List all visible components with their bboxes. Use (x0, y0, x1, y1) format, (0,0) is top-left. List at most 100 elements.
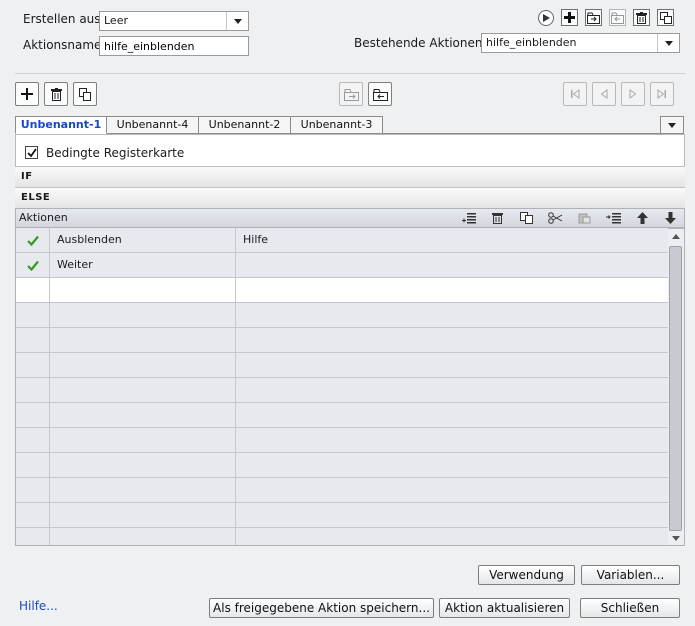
action-cell[interactable] (50, 378, 236, 403)
scroll-down-icon[interactable] (672, 536, 680, 541)
action-cell[interactable] (50, 478, 236, 503)
skip-last-icon (657, 89, 666, 99)
target-cell[interactable] (236, 328, 668, 353)
close-button[interactable]: Schließen (580, 598, 680, 618)
first-tab-button[interactable] (563, 82, 587, 106)
import-decision-button[interactable] (339, 82, 363, 106)
table-row[interactable] (16, 303, 668, 328)
help-link[interactable]: Hilfe... (19, 599, 58, 613)
tab-unbenannt-3[interactable]: Unbenannt-3 (291, 116, 383, 134)
tab-unbenannt-2[interactable]: Unbenannt-2 (199, 116, 291, 134)
scroll-up-icon[interactable] (672, 234, 680, 239)
paste-icon[interactable] (578, 212, 591, 224)
actions-scrollbar[interactable] (668, 228, 685, 546)
copy-icon (79, 87, 91, 101)
import-icon (343, 88, 359, 101)
insert-row-icon[interactable] (462, 212, 476, 224)
copy-decision-button[interactable] (73, 82, 97, 106)
table-row[interactable] (16, 403, 668, 428)
target-cell[interactable] (236, 428, 668, 453)
action-cell[interactable] (50, 328, 236, 353)
chevron-down-icon[interactable] (657, 34, 679, 52)
action-cell[interactable] (50, 353, 236, 378)
row-status-cell (16, 253, 50, 278)
row-status-cell (16, 528, 50, 545)
tab-unbenannt-1[interactable]: Unbenannt-1 (15, 116, 107, 134)
last-tab-button[interactable] (650, 82, 674, 106)
action-cell[interactable] (50, 278, 236, 303)
action-cell[interactable] (50, 528, 236, 545)
action-cell[interactable]: Weiter (50, 253, 236, 278)
insert-after-icon[interactable] (606, 212, 621, 224)
target-cell[interactable] (236, 278, 668, 303)
table-row[interactable] (16, 453, 668, 478)
usage-button[interactable]: Verwendung (478, 565, 575, 585)
conditional-tab-checkbox[interactable] (25, 146, 38, 159)
action-cell[interactable] (50, 503, 236, 528)
target-cell[interactable]: Hilfe (236, 228, 668, 253)
target-cell[interactable] (236, 503, 668, 528)
separator (15, 73, 685, 74)
table-row[interactable] (16, 353, 668, 378)
export-decision-button[interactable] (368, 82, 392, 106)
action-name-input[interactable] (99, 36, 249, 56)
existing-actions-value: hilfe_einblenden (486, 36, 577, 49)
next-tab-button[interactable] (621, 82, 645, 106)
row-status-cell (16, 403, 50, 428)
arrow-down-icon[interactable] (665, 212, 676, 224)
previous-tab-button[interactable] (592, 82, 616, 106)
play-icon (543, 14, 550, 22)
action-cell[interactable] (50, 453, 236, 478)
decision-tabs: Unbenannt-1 Unbenannt-4 Unbenannt-2 Unbe… (15, 116, 383, 134)
action-cell[interactable] (50, 403, 236, 428)
table-row[interactable] (16, 328, 668, 353)
table-row[interactable] (16, 378, 668, 403)
delete-action-button[interactable] (633, 9, 650, 26)
action-cell[interactable]: Ausblenden (50, 228, 236, 253)
table-row[interactable]: Weiter (16, 253, 668, 278)
table-row[interactable]: Ausblenden Hilfe (16, 228, 668, 253)
table-row[interactable] (16, 278, 668, 303)
scissors-icon[interactable] (548, 212, 563, 224)
target-cell[interactable] (236, 403, 668, 428)
add-action-button[interactable] (561, 9, 578, 26)
table-row[interactable] (16, 478, 668, 503)
update-action-button[interactable]: Aktion aktualisieren (439, 598, 570, 618)
export-action-button[interactable] (609, 9, 626, 26)
target-cell[interactable] (236, 453, 668, 478)
add-decision-button[interactable] (15, 82, 39, 106)
copy-icon[interactable] (520, 212, 533, 224)
existing-actions-select[interactable]: hilfe_einblenden (481, 33, 680, 53)
duplicate-action-button[interactable] (657, 9, 674, 26)
target-cell[interactable] (236, 478, 668, 503)
scrollbar-thumb[interactable] (669, 246, 682, 531)
preview-button[interactable] (538, 10, 554, 26)
action-cell[interactable] (50, 428, 236, 453)
green-check-icon (26, 235, 39, 246)
table-row[interactable] (16, 428, 668, 453)
else-section-header[interactable]: ELSE (15, 187, 685, 208)
table-row[interactable] (16, 528, 668, 545)
save-shared-action-button[interactable]: Als freigegebene Aktion speichern... (209, 598, 434, 618)
create-from-select[interactable]: Leer (99, 11, 249, 31)
chevron-down-icon[interactable] (226, 12, 248, 30)
table-row[interactable] (16, 503, 668, 528)
tab-unbenannt-4[interactable]: Unbenannt-4 (107, 116, 199, 134)
import-icon (587, 12, 600, 24)
arrow-up-icon[interactable] (637, 212, 648, 224)
tab-list-button[interactable] (660, 116, 684, 134)
variables-button[interactable]: Variablen... (581, 565, 680, 585)
delete-decision-button[interactable] (44, 82, 68, 106)
action-cell[interactable] (50, 303, 236, 328)
row-status-cell (16, 503, 50, 528)
target-cell[interactable] (236, 253, 668, 278)
create-from-label: Erstellen aus: (23, 12, 105, 26)
target-cell[interactable] (236, 528, 668, 545)
target-cell[interactable] (236, 353, 668, 378)
row-status-cell (16, 353, 50, 378)
target-cell[interactable] (236, 303, 668, 328)
import-action-button[interactable] (585, 9, 602, 26)
if-section-header[interactable]: IF (15, 166, 685, 187)
target-cell[interactable] (236, 378, 668, 403)
trash-icon[interactable] (492, 212, 503, 224)
